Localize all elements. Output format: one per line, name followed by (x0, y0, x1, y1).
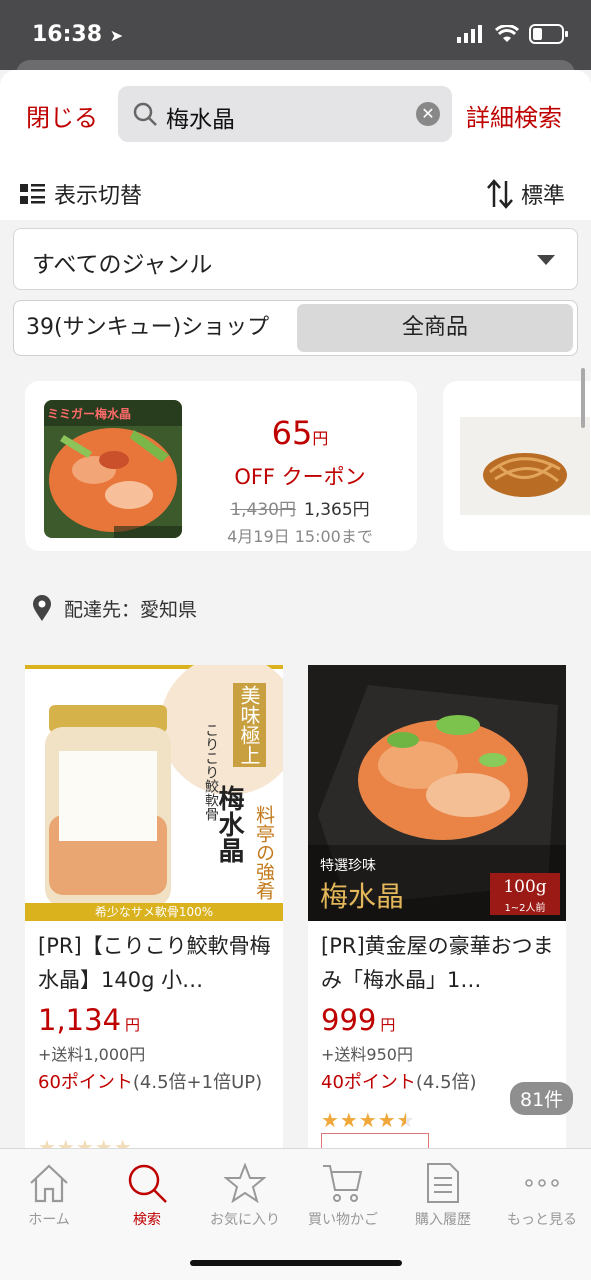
close-button[interactable]: 閉じる (26, 98, 98, 133)
segment-39shop[interactable]: 39(サンキュー)ショップ (14, 301, 297, 355)
search-results-sheet: 閉じる 梅水晶 ✕ 詳細検索 表示切替 標準 すべてのジャンル 39(サンキュー… (0, 70, 591, 1280)
coupon-card[interactable]: ミミガー梅水晶 65円 OFF クーポン 1,430円 1,365円 4月19日 … (25, 381, 417, 551)
search-icon (133, 102, 157, 126)
image-label-top: 美味極上 (233, 683, 266, 767)
product-title[interactable]: [PR]【こりこり鮫軟骨梅水晶】140g 小… (38, 929, 274, 997)
genre-selected-value: すべてのジャンル (32, 252, 213, 278)
image-label-main: 梅水晶 (214, 785, 244, 863)
coupon-prices: 1,430円 1,365円 (183, 495, 417, 520)
tab-label: もっと見る (507, 1212, 577, 1228)
product-price: 999 円 (321, 1003, 396, 1037)
product-image: 特選珍味 梅水晶 100g 1~2人前 (308, 665, 566, 921)
rating-stars: ★★★★★★ (321, 1108, 416, 1132)
discounted-price: 1,365円 (304, 500, 370, 520)
product-title[interactable]: [PR]黄金屋の豪華おつまみ「梅水晶」1… (321, 929, 557, 997)
list-view-icon (20, 184, 45, 204)
tab-label: 検索 (133, 1212, 161, 1228)
tab-search[interactable]: 検索 (98, 1157, 196, 1229)
tab-label: お気に入り (210, 1212, 280, 1228)
image-weight-sub: 1~2人前 (504, 903, 546, 914)
sort-button[interactable]: 標準 (487, 178, 565, 210)
segment-all-products[interactable]: 全商品 (297, 304, 573, 352)
shipping-fee: +送料950円 (321, 1045, 413, 1064)
tab-label: ホーム (28, 1212, 70, 1228)
coupon-deadline: 4月19日 15:00まで (227, 527, 373, 546)
search-input[interactable]: 梅水晶 ✕ (118, 86, 452, 142)
search-header: 閉じる 梅水晶 ✕ 詳細検索 表示切替 標準 (0, 70, 591, 220)
status-icons (457, 24, 569, 44)
chevron-down-icon (537, 255, 555, 265)
image-banner: 希少なサメ軟骨100% (94, 905, 214, 919)
product-card[interactable]: 美味極上 こりこり鮫軟骨 梅水晶 料亭の強肴 希少なサメ軟骨100% [PR]【… (25, 665, 283, 1185)
sort-icon (487, 179, 513, 209)
more-icon (525, 1179, 559, 1187)
wifi-icon (495, 25, 519, 42)
product-tag (321, 1133, 429, 1149)
sort-label: 標準 (520, 184, 565, 209)
location-pin-icon (33, 595, 51, 621)
image-label-main: 梅水晶 (320, 880, 405, 913)
scroll-indicator (581, 368, 585, 428)
search-icon (128, 1164, 167, 1203)
home-indicator (190, 1260, 402, 1266)
home-icon (30, 1164, 68, 1203)
signal-icon (457, 25, 482, 43)
shop-filter-segmented: 39(サンキュー)ショップ 全商品 (13, 300, 578, 356)
tab-favorites[interactable]: お気に入り (196, 1157, 294, 1229)
result-count-badge: 81件 (510, 1082, 574, 1115)
advanced-search-button[interactable]: 詳細検索 (466, 98, 562, 133)
product-image: 美味極上 こりこり鮫軟骨 梅水晶 料亭の強肴 希少なサメ軟骨100% (25, 665, 283, 921)
points-info: 60ポイント(4.5倍+1倍UP) (38, 1072, 263, 1093)
tab-label: 買い物かご (308, 1212, 378, 1228)
image-label-sub: 料亭の強肴 (253, 805, 275, 900)
delivery-label: 配達先：愛知県 (64, 598, 198, 621)
clear-search-icon[interactable]: ✕ (416, 102, 440, 126)
coupon-off-label: OFF クーポン (234, 465, 366, 489)
tab-cart[interactable]: 買い物かご (294, 1157, 392, 1229)
status-time: 16:38 ➤ (32, 22, 124, 47)
tab-home[interactable]: ホーム (0, 1157, 98, 1229)
tab-label: 購入履歴 (415, 1212, 471, 1228)
shipping-fee: +送料1,000円 (38, 1045, 146, 1064)
delivery-location[interactable]: 配達先：愛知県 (32, 594, 197, 622)
view-toggle-label: 表示切替 (54, 184, 143, 209)
image-label-top: 特選珍味 (320, 858, 376, 874)
star-icon (224, 1163, 266, 1203)
coupon-amount: 65円 (271, 414, 329, 452)
battery-icon (529, 24, 568, 44)
image-weight: 100g (503, 877, 547, 897)
receipt-icon (427, 1163, 459, 1203)
tab-purchase-history[interactable]: 購入履歴 (394, 1157, 492, 1229)
product-price: 1,134 円 (38, 1003, 141, 1037)
search-query: 梅水晶 (166, 107, 235, 133)
coupon-card-next[interactable] (443, 381, 591, 551)
coupon-product-image (460, 417, 590, 515)
original-price: 1,430円 (230, 500, 296, 520)
tab-more[interactable]: もっと見る (493, 1157, 591, 1229)
genre-select[interactable]: すべてのジャンル (13, 228, 578, 290)
view-toggle-button[interactable]: 表示切替 (20, 178, 142, 210)
cart-icon (323, 1165, 363, 1202)
